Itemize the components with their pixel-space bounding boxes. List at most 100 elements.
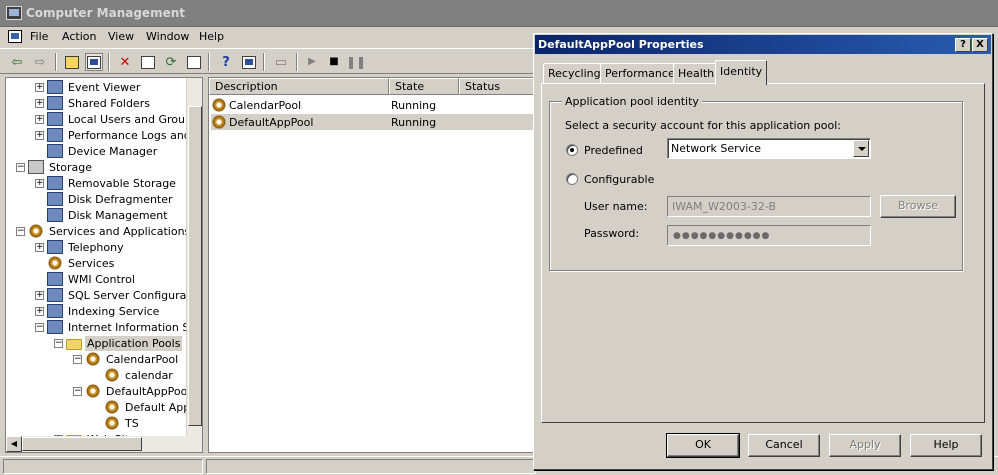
column-header-description[interactable]: Description [209, 78, 389, 95]
app-pool-icon [104, 416, 120, 430]
computer-icon[interactable]: ▭ [272, 53, 290, 71]
tree-item[interactable]: TS [92, 415, 141, 431]
tree-item-label: Removable Storage [68, 176, 176, 190]
tree-item[interactable]: − Internet Information Ser [35, 319, 202, 335]
column-header-state[interactable]: State [389, 78, 459, 95]
tree-item[interactable]: Device Manager [35, 143, 159, 159]
help-icon[interactable]: ? [217, 53, 235, 71]
tab-performance[interactable]: Performance [600, 63, 680, 83]
tab-identity[interactable]: Identity [715, 60, 768, 85]
tree-item[interactable]: + Removable Storage [35, 175, 178, 191]
expand-icon[interactable]: + [35, 290, 44, 300]
tree-item[interactable]: Disk Defragmenter [35, 191, 175, 207]
browse-button[interactable]: Browse [880, 195, 956, 218]
apply-button[interactable]: Apply [829, 434, 901, 457]
tree-item[interactable]: − CalendarPool [73, 351, 180, 367]
instruction-text: Select a security account for this appli… [565, 119, 841, 132]
up-folder-icon[interactable] [63, 53, 81, 71]
tree-item[interactable]: WMI Control [35, 271, 137, 287]
collapse-icon[interactable]: − [73, 386, 82, 396]
forward-arrow-icon[interactable]: ⇨ [31, 53, 49, 71]
scroll-left-arrow-icon[interactable]: ◀ [6, 436, 22, 452]
play-icon[interactable]: ▶ [303, 53, 321, 71]
tree-item[interactable]: Default Appli [92, 399, 198, 415]
password-mask: ●●●●●●●●●●● [673, 231, 771, 241]
tree-item[interactable]: + Telephony [35, 239, 126, 255]
chevron-down-icon[interactable] [853, 140, 869, 157]
tree-item[interactable]: + Event Viewer [35, 79, 142, 95]
tree-vertical-scroll-thumb[interactable] [188, 106, 202, 426]
list-item[interactable]: CalendarPool Running [211, 97, 537, 113]
back-arrow-icon[interactable]: ⇦ [8, 53, 26, 71]
tree-horizontal-scroll-thumb[interactable] [22, 437, 142, 451]
close-caption-button[interactable]: X [972, 38, 988, 52]
tree-item[interactable]: Services [35, 255, 116, 271]
list-header: Description State Status [209, 78, 537, 95]
tree-item[interactable]: Disk Management [35, 207, 170, 223]
show-hide-tree-icon[interactable] [85, 53, 103, 71]
delete-icon[interactable]: ✕ [116, 53, 134, 71]
tree-item-label: Performance Logs and Al [68, 128, 203, 142]
help-button[interactable]: Help [910, 434, 982, 457]
collapse-icon[interactable]: − [16, 162, 25, 172]
expand-icon[interactable]: + [35, 242, 44, 252]
properties-icon[interactable] [139, 53, 157, 71]
column-header-status[interactable]: Status [459, 78, 537, 95]
expand-icon[interactable]: + [35, 114, 44, 124]
tree-item[interactable]: − Application Pools [54, 335, 183, 351]
configurable-label[interactable]: Configurable [584, 173, 654, 186]
menu-window[interactable]: Window [146, 30, 189, 43]
export-list-icon[interactable] [185, 53, 203, 71]
help-caption-button[interactable]: ? [955, 38, 971, 52]
tree-item[interactable]: + SQL Server Configuration [35, 287, 202, 303]
password-field[interactable]: ●●●●●●●●●●● [667, 225, 871, 246]
stop-icon[interactable]: ■ [325, 53, 343, 71]
menu-help[interactable]: Help [199, 30, 224, 43]
console-icon[interactable] [240, 53, 258, 71]
tree-item[interactable]: + Performance Logs and Al [35, 127, 203, 143]
tree-item[interactable]: − DefaultAppPool [73, 383, 192, 399]
list-item[interactable]: DefaultAppPool Running [211, 114, 537, 130]
pause-icon[interactable]: ❚❚ [346, 53, 366, 71]
expand-icon[interactable]: + [35, 82, 44, 92]
tree-item-label: Services [68, 256, 115, 270]
collapse-icon[interactable]: − [16, 226, 25, 236]
services-apps-icon [28, 224, 44, 238]
console-tree[interactable]: + Event Viewer + Shared Folders + Local Users… [5, 77, 203, 453]
menu-view[interactable]: View [108, 30, 134, 43]
collapse-icon[interactable]: − [54, 338, 63, 348]
tree-item[interactable]: + Local Users and Groups [35, 111, 200, 127]
tree-item[interactable]: − Storage [16, 159, 94, 175]
expand-icon[interactable]: + [35, 98, 44, 108]
expand-icon[interactable]: + [35, 130, 44, 140]
tree-item[interactable]: + Shared Folders [35, 95, 152, 111]
tab-health[interactable]: Health [673, 63, 720, 83]
collapse-icon[interactable]: − [35, 322, 44, 332]
cancel-button[interactable]: Cancel [748, 434, 820, 457]
configurable-radio[interactable] [566, 173, 578, 185]
tree-item-label: Services and Applications [49, 224, 191, 238]
refresh-icon[interactable]: ⟳ [162, 53, 180, 71]
tree-item-label: Internet Information Ser [68, 320, 201, 334]
tree-item[interactable]: calendar [92, 367, 175, 383]
ok-button[interactable]: OK [666, 433, 740, 458]
console-window-icon[interactable] [8, 30, 22, 43]
tree-vertical-scrollbar[interactable] [186, 78, 202, 436]
details-list[interactable]: Description State Status CalendarPool Ru… [208, 77, 538, 453]
expand-icon[interactable]: + [35, 306, 44, 316]
predefined-radio[interactable] [566, 144, 578, 156]
menu-file[interactable]: File [30, 30, 48, 43]
predefined-account-select[interactable]: Network Service [667, 138, 871, 159]
predefined-label[interactable]: Predefined [584, 144, 643, 157]
menu-action[interactable]: Action [62, 30, 96, 43]
tab-recycling[interactable]: Recycling [543, 63, 606, 83]
expand-icon[interactable]: + [35, 178, 44, 188]
user-name-field[interactable]: IWAM_W2003-32-B [667, 196, 871, 217]
tree-horizontal-scrollbar[interactable]: ◀ [6, 436, 202, 452]
computer-management-icon [6, 6, 22, 20]
collapse-icon[interactable]: − [73, 354, 82, 364]
tree-item[interactable]: + Indexing Service [35, 303, 161, 319]
tree-item[interactable]: − Services and Applications [16, 223, 192, 239]
